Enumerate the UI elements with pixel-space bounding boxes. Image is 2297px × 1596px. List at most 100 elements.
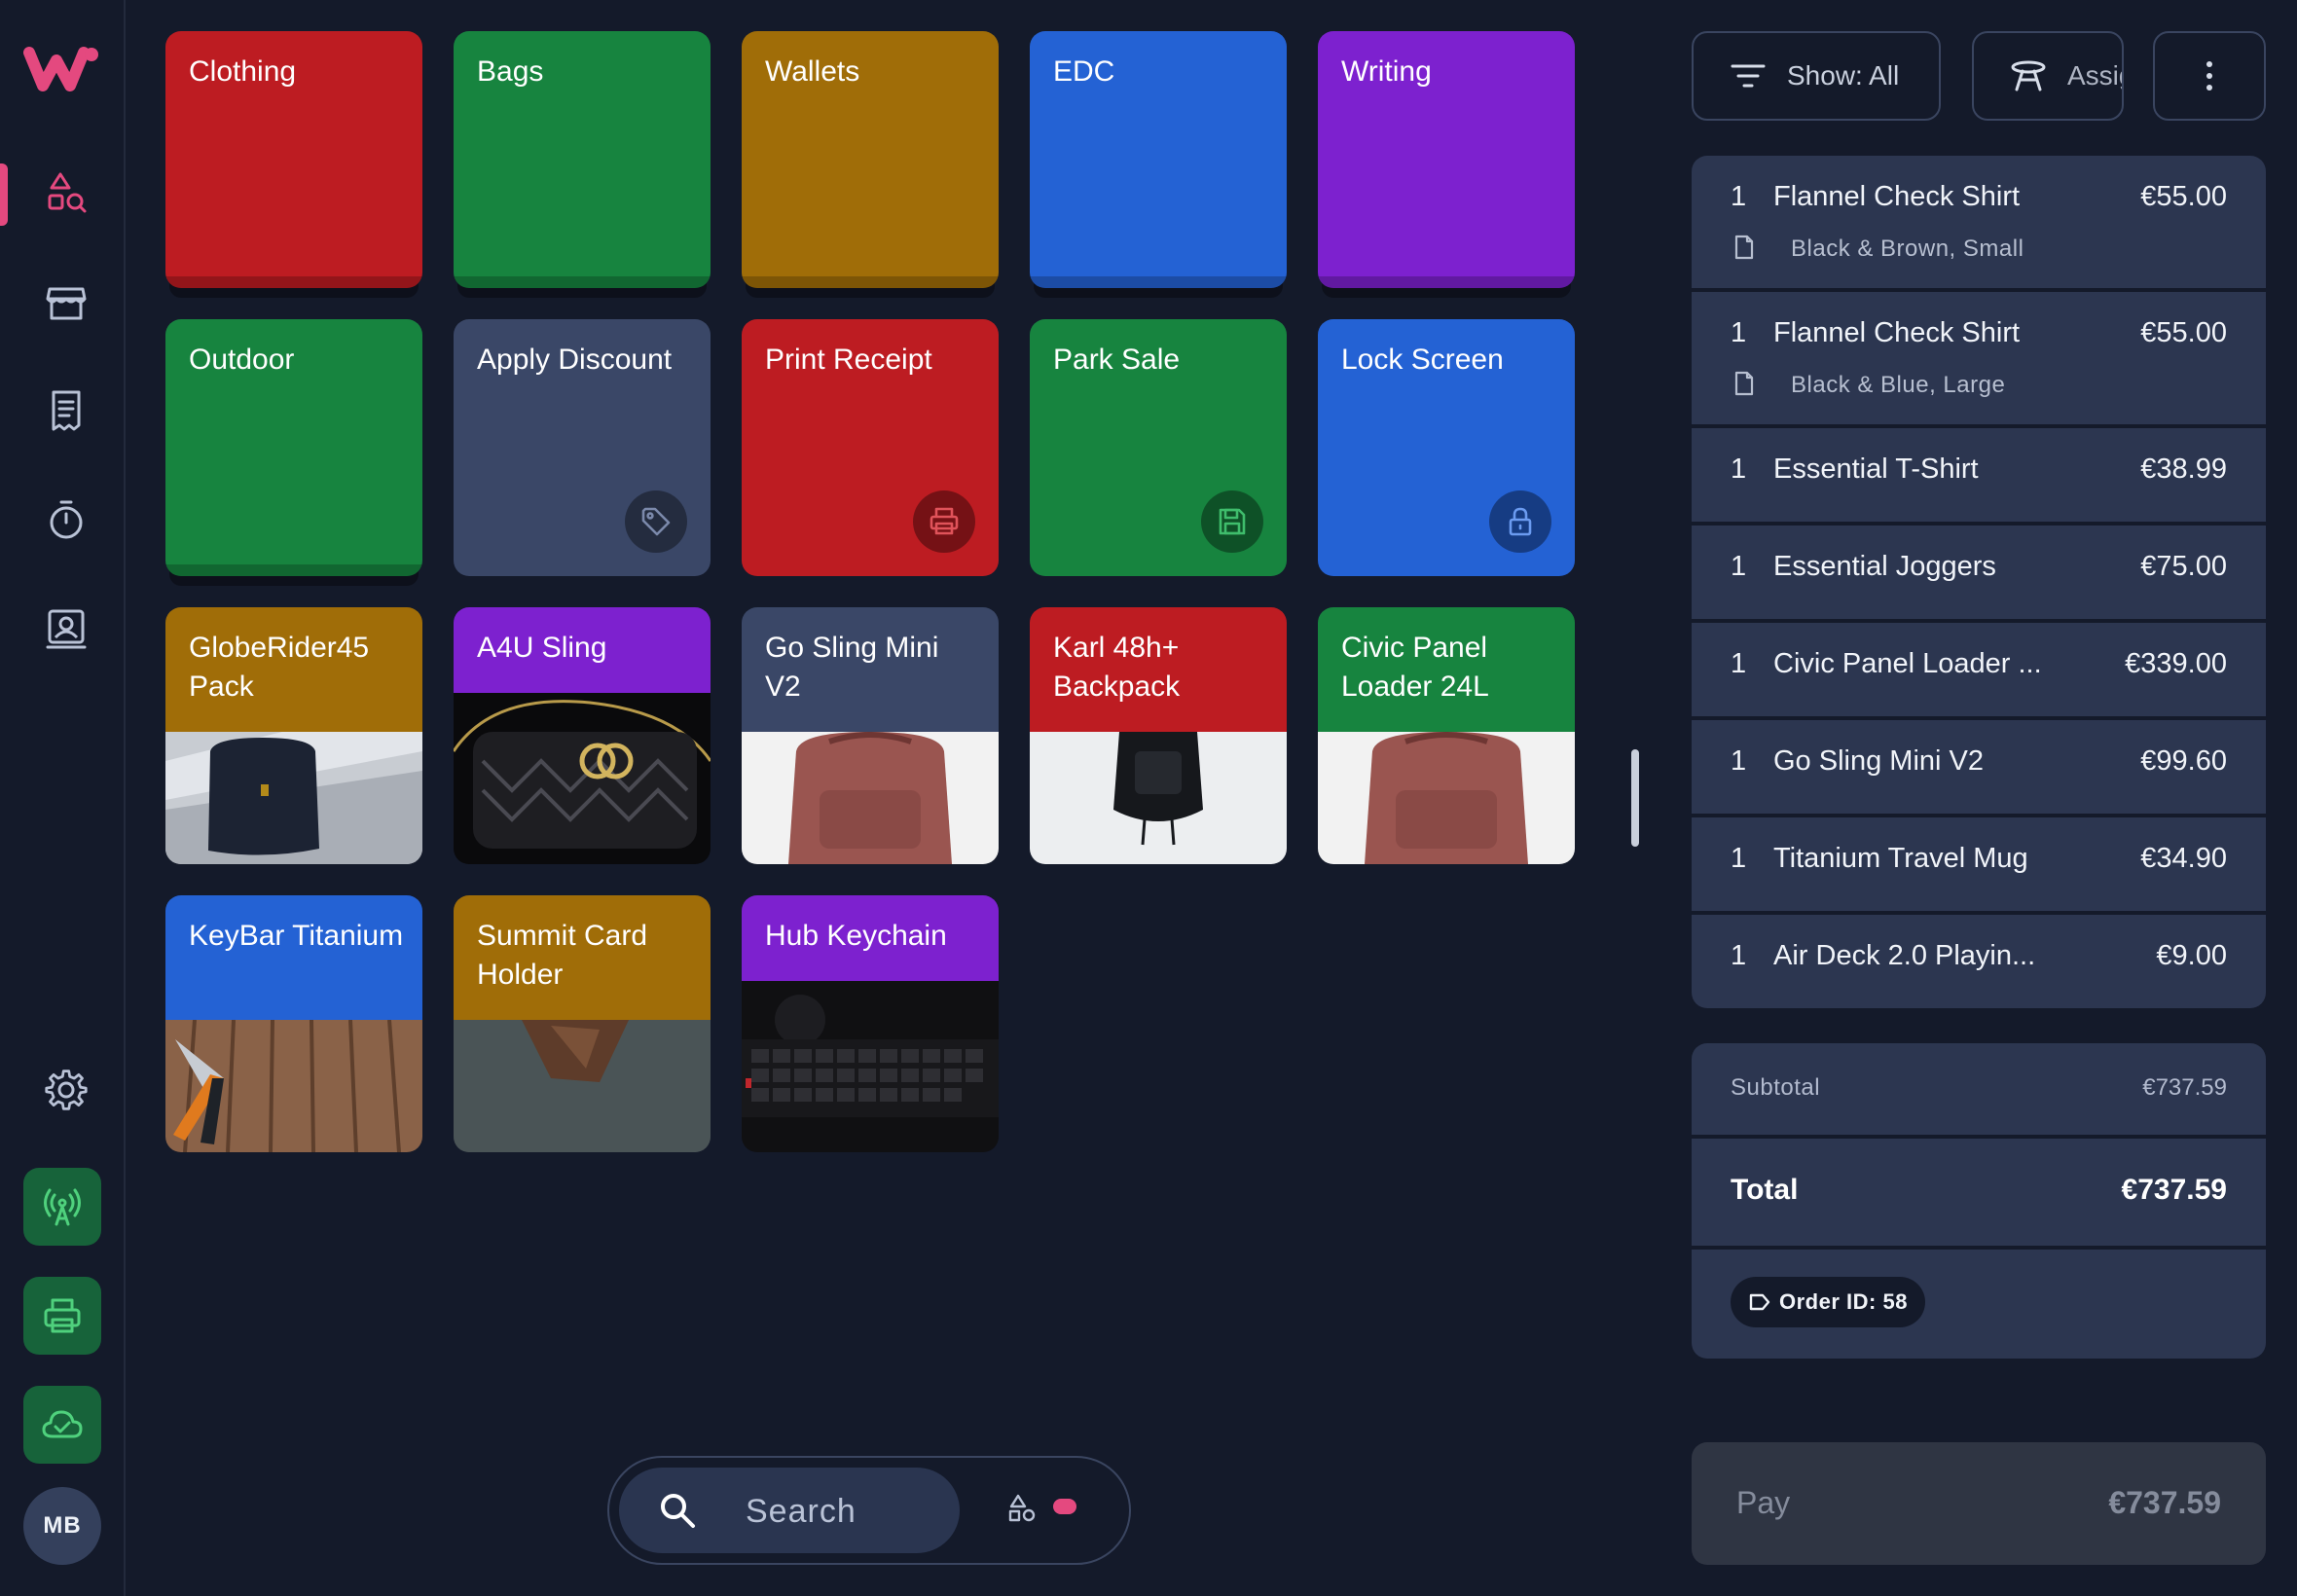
category-tile[interactable]: Outdoor xyxy=(165,319,422,576)
tile-label: Civic Panel Loader 24L xyxy=(1341,632,1489,703)
cart-line-item[interactable]: 1 Civic Panel Loader ... €339.00 xyxy=(1692,623,2266,716)
tile-label: Print Receipt xyxy=(765,344,932,376)
total-label: Total xyxy=(1731,1174,1799,1206)
item-name: Essential Joggers xyxy=(1773,551,1996,582)
category-tile[interactable]: Clothing xyxy=(165,31,422,288)
cart-line-item[interactable]: 1 Flannel Check Shirt €55.00 Black & Bro… xyxy=(1692,156,2266,288)
category-tile[interactable]: Writing xyxy=(1318,31,1575,288)
subtotal-row: Subtotal €737.59 xyxy=(1692,1043,2266,1135)
broadcast-status-button[interactable] xyxy=(23,1168,101,1246)
cloud-sync-button[interactable] xyxy=(23,1386,101,1464)
tile-label: Summit Card Holder xyxy=(477,920,648,991)
tile-label: Hub Keychain xyxy=(765,920,947,952)
item-quantity: 1 xyxy=(1731,940,1747,971)
item-price: €339.00 xyxy=(2125,648,2227,679)
item-price: €75.00 xyxy=(2140,551,2227,582)
print-receipt-button[interactable]: Print Receipt xyxy=(742,319,999,576)
item-quantity: 1 xyxy=(1731,453,1747,485)
item-name: Go Sling Mini V2 xyxy=(1773,745,1984,777)
tile-label: Bags xyxy=(477,55,544,88)
tile-label: Clothing xyxy=(189,55,297,88)
sidebar-item-shifts[interactable] xyxy=(29,483,103,557)
tile-label: Outdoor xyxy=(189,344,295,376)
product-tile[interactable]: Civic Panel Loader 24L xyxy=(1318,607,1575,864)
cart-line-item[interactable]: 1 Flannel Check Shirt €55.00 Black & Blu… xyxy=(1692,292,2266,424)
printer-status-button[interactable] xyxy=(23,1277,101,1355)
product-tile[interactable]: Summit Card Holder xyxy=(454,895,711,1152)
avatar[interactable]: MB xyxy=(23,1487,101,1565)
printer-icon xyxy=(930,507,959,535)
printer-icon xyxy=(44,1298,81,1333)
product-tile[interactable]: A4U Sling xyxy=(454,607,711,864)
settings-button[interactable] xyxy=(29,1053,103,1127)
product-tile[interactable]: KeyBar Titanium xyxy=(165,895,422,1152)
tile-label: A4U Sling xyxy=(477,632,607,664)
sidebar-item-customers[interactable] xyxy=(29,592,103,666)
tile-label: KeyBar Titanium xyxy=(189,920,404,952)
subtotal-value: €737.59 xyxy=(2142,1074,2227,1101)
park-sale-button[interactable]: Park Sale xyxy=(1030,319,1287,576)
product-image xyxy=(454,693,711,864)
search-icon xyxy=(661,1494,695,1528)
tile-label: Go Sling Mini V2 xyxy=(765,632,939,703)
item-name: Titanium Travel Mug xyxy=(1773,843,2028,874)
item-name: Flannel Check Shirt xyxy=(1773,317,2021,348)
lock-screen-button[interactable]: Lock Screen xyxy=(1318,319,1575,576)
assign-button[interactable]: Assign xyxy=(1972,31,2124,121)
cart-line-item[interactable]: 1 Essential Joggers €75.00 xyxy=(1692,526,2266,619)
item-variant: Black & Brown, Small xyxy=(1791,236,2024,262)
product-tile[interactable]: Go Sling Mini V2 xyxy=(742,607,999,864)
grid-scrollbar[interactable] xyxy=(1631,749,1639,847)
lock-icon xyxy=(1509,507,1532,536)
category-tile[interactable]: EDC xyxy=(1030,31,1287,288)
item-price: €34.90 xyxy=(2140,843,2227,874)
pay-amount: €737.59 xyxy=(2108,1485,2221,1520)
cart-list: 1 Flannel Check Shirt €55.00 Black & Bro… xyxy=(1692,156,2266,1008)
item-name: Air Deck 2.0 Playin... xyxy=(1773,940,2036,971)
shapes-filter-icon[interactable] xyxy=(1006,1493,1038,1524)
save-icon xyxy=(1219,508,1246,535)
cart-line-item[interactable]: 1 Go Sling Mini V2 €99.60 xyxy=(1692,720,2266,814)
item-quantity: 1 xyxy=(1731,317,1747,348)
tile-label: Karl 48h+ Backpack xyxy=(1053,632,1181,703)
app-logo xyxy=(23,47,98,91)
receipt-icon xyxy=(52,390,81,431)
product-image xyxy=(165,732,422,864)
apply-discount-button[interactable]: Apply Discount xyxy=(454,319,711,576)
product-tile[interactable]: Hub Keychain xyxy=(742,895,999,1152)
broadcast-icon xyxy=(44,1188,81,1226)
product-tile[interactable]: GlobeRider45 Pack xyxy=(165,607,422,864)
order-id-text: Order ID: 58 xyxy=(1779,1289,1908,1314)
cart-line-item[interactable]: 1 Titanium Travel Mug €34.90 xyxy=(1692,817,2266,911)
tile-label: Wallets xyxy=(765,55,860,88)
cart-line-item[interactable]: 1 Essential T-Shirt €38.99 xyxy=(1692,428,2266,522)
item-quantity: 1 xyxy=(1731,745,1747,777)
sidebar-item-receipts[interactable] xyxy=(29,374,103,448)
more-options-button[interactable] xyxy=(2153,31,2266,121)
product-tile[interactable]: Karl 48h+ Backpack xyxy=(1030,607,1287,864)
search-input[interactable]: Search xyxy=(619,1468,960,1553)
sidebar-item-store[interactable] xyxy=(29,265,103,339)
product-image xyxy=(165,1020,422,1152)
cart-line-item[interactable]: 1 Air Deck 2.0 Playin... €9.00 xyxy=(1692,915,2266,1008)
sidebar-item-products[interactable] xyxy=(29,156,103,230)
tile-band xyxy=(165,895,422,1020)
category-tile[interactable]: Bags xyxy=(454,31,711,288)
document-icon xyxy=(1734,235,1754,260)
item-name: Civic Panel Loader ... xyxy=(1773,648,2042,679)
pay-button[interactable]: Pay €737.59 xyxy=(1692,1442,2266,1565)
product-image xyxy=(1318,732,1575,864)
pay-label: Pay xyxy=(1736,1485,1791,1520)
order-id-row: Order ID: 58 xyxy=(1692,1250,2266,1359)
category-tile[interactable]: Wallets xyxy=(742,31,999,288)
cloud-check-icon xyxy=(42,1410,83,1438)
tile-icon-circle xyxy=(913,490,975,553)
filter-lines-icon xyxy=(1731,64,1766,88)
show-filter-label: Show: All xyxy=(1787,60,1900,91)
item-price: €55.00 xyxy=(2140,317,2227,348)
tile-label: Park Sale xyxy=(1053,344,1181,376)
item-name: Essential T-Shirt xyxy=(1773,453,1979,485)
show-filter-button[interactable]: Show: All xyxy=(1692,31,1941,121)
tile-label: Writing xyxy=(1341,55,1432,88)
order-id-badge[interactable]: Order ID: 58 xyxy=(1731,1277,1925,1327)
